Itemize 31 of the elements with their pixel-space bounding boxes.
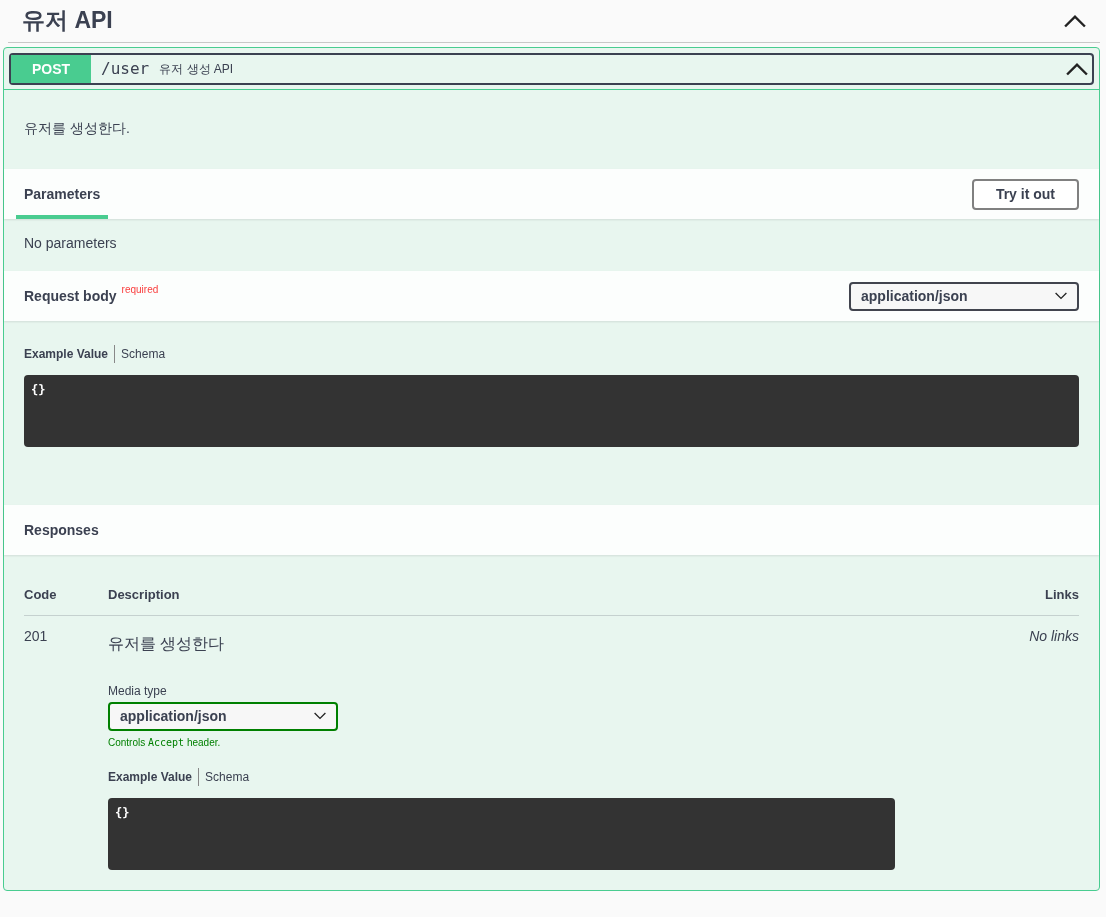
column-header: Description — [108, 555, 959, 615]
media-type-select[interactable]: application/json — [108, 701, 338, 731]
example-tab[interactable]: Schema — [114, 345, 172, 363]
caret-icon — [314, 712, 326, 720]
example-tab[interactable]: Example Value — [108, 767, 199, 786]
endpoint-path: /user — [101, 58, 150, 80]
links-text: No links — [959, 615, 1079, 870]
request-body-title: Request body — [24, 287, 117, 304]
no-parameters-text: No parameters — [23, 234, 118, 253]
parameters-tab[interactable]: Parameters — [16, 169, 109, 219]
operation-description: 유저를 생성한다. — [23, 119, 131, 138]
responses-title: Responses — [24, 520, 99, 540]
section-title: 유저 API — [22, 7, 113, 35]
method-badge: POST — [11, 55, 91, 83]
section-toggle[interactable] — [1064, 14, 1086, 28]
code-block: {} — [24, 375, 1079, 447]
example-tab[interactable]: Example Value — [24, 345, 115, 363]
code-block: {} — [108, 797, 895, 870]
column-header: Code — [24, 555, 108, 615]
column-header: Links — [959, 555, 1079, 615]
response-description: 유저를 생성한다 — [108, 633, 226, 654]
caret-icon — [1055, 292, 1067, 300]
try-it-out-button[interactable]: Try it out — [971, 178, 1079, 210]
accept-header-hint: Controls Accept header. — [108, 735, 222, 750]
endpoint-summary: 유저 생성 API — [159, 61, 235, 78]
operation-summary[interactable]: POST /user 유저 생성 API — [9, 53, 1094, 85]
example-tab[interactable]: Schema — [198, 767, 256, 786]
media-type-select[interactable]: application/json — [849, 281, 1079, 311]
response-code: 201 — [24, 615, 108, 870]
required-label: required — [121, 283, 159, 295]
media-type-label: Media type — [108, 682, 168, 700]
